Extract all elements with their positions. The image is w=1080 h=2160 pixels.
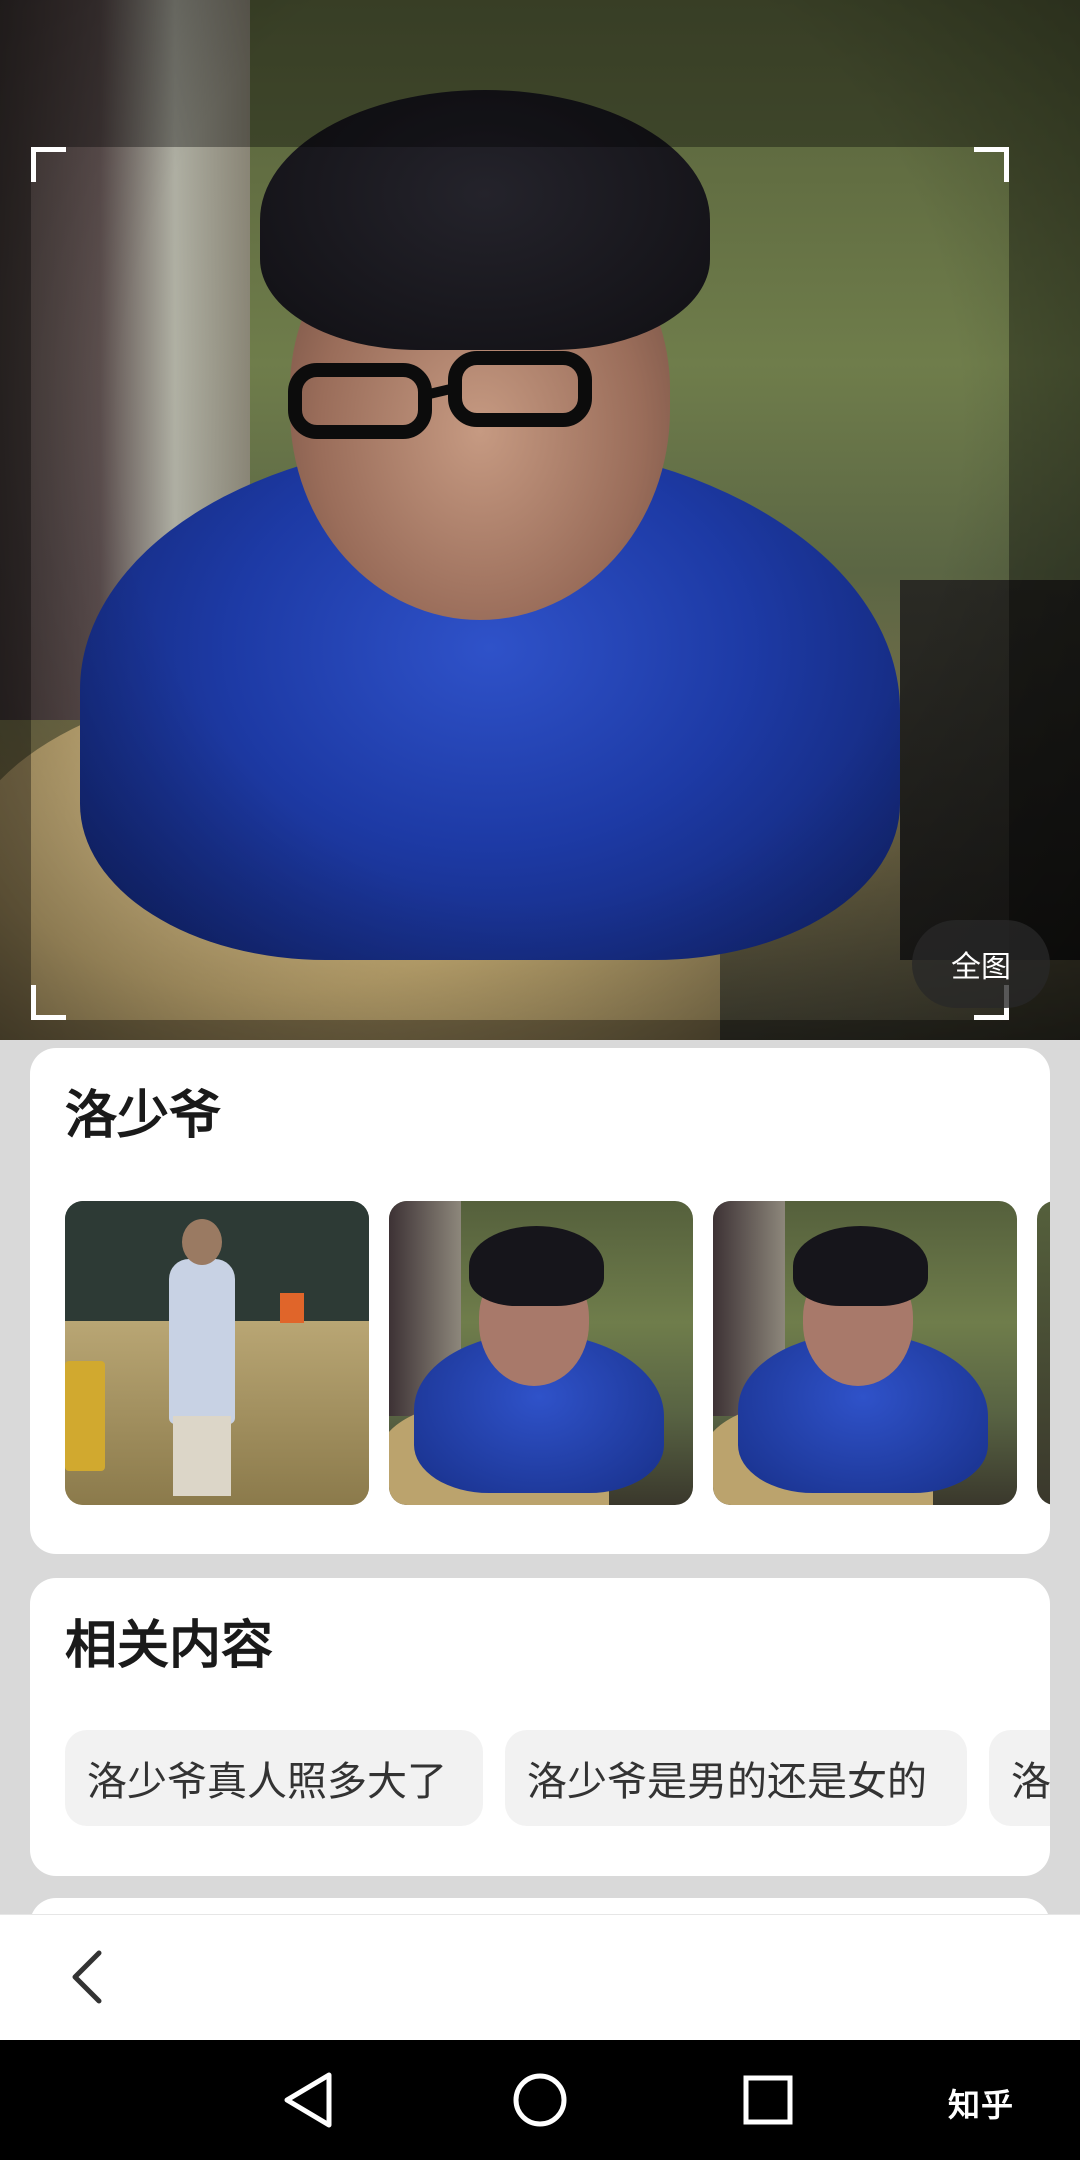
crop-handle-top-left[interactable] <box>31 147 66 182</box>
result-thumbnail[interactable] <box>389 1201 693 1505</box>
crop-dim-top <box>0 0 1080 147</box>
system-back-button[interactable] <box>268 2060 348 2140</box>
system-recent-apps-button[interactable] <box>728 2060 808 2140</box>
bottom-toolbar <box>0 1914 1080 2041</box>
zhihu-watermark: 知乎 <box>948 2086 1015 2124</box>
triangle-back-icon <box>284 2072 332 2128</box>
crop-handle-top-right[interactable] <box>974 147 1009 182</box>
related-title: 相关内容 <box>65 1616 274 1676</box>
result-thumbnail-partial[interactable] <box>1037 1201 1050 1505</box>
back-button[interactable] <box>50 1940 124 2014</box>
crop-selection-frame[interactable] <box>31 147 1009 1020</box>
thumb-cup <box>280 1293 304 1323</box>
thumb-person-body <box>169 1259 235 1424</box>
chevron-left-icon <box>72 1950 102 2004</box>
crop-handle-bottom-left[interactable] <box>31 985 66 1020</box>
thumb-hair <box>793 1226 928 1306</box>
related-chip[interactable]: 洛少爷是男的还是女的 <box>505 1730 967 1826</box>
system-home-button[interactable] <box>500 2060 580 2140</box>
thumb-person-head <box>182 1219 222 1265</box>
thumb-hair <box>469 1226 604 1306</box>
related-chip-partial[interactable]: 洛 <box>989 1730 1050 1826</box>
related-content-card: 相关内容 洛少爷真人照多大了 洛少爷是男的还是女的 洛 <box>30 1578 1050 1876</box>
result-thumbnail[interactable] <box>65 1201 369 1505</box>
query-photo: 全图 <box>0 0 1080 1040</box>
full-image-button[interactable]: 全图 <box>912 920 1050 1008</box>
square-recent-icon <box>743 2075 793 2125</box>
crop-dim-bottom <box>0 1020 1080 1040</box>
result-thumbnail[interactable] <box>713 1201 1017 1505</box>
crop-dim-right <box>1009 147 1080 1020</box>
thumb-person-legs <box>173 1416 231 1496</box>
related-chip[interactable]: 洛少爷真人照多大了 <box>65 1730 483 1826</box>
result-card: 洛少爷 <box>30 1048 1050 1554</box>
crop-dim-left <box>0 147 31 1020</box>
circle-home-icon <box>513 2073 567 2127</box>
thumb-chair <box>65 1361 105 1471</box>
result-title: 洛少爷 <box>65 1086 222 1146</box>
system-navigation-bar: 知乎 <box>0 2040 1080 2160</box>
related-chip-strip[interactable]: 洛少爷真人照多大了 洛少爷是男的还是女的 洛 <box>65 1730 1050 1826</box>
result-thumbnail-strip[interactable] <box>65 1201 1050 1505</box>
full-image-label: 全图 <box>951 950 1011 985</box>
